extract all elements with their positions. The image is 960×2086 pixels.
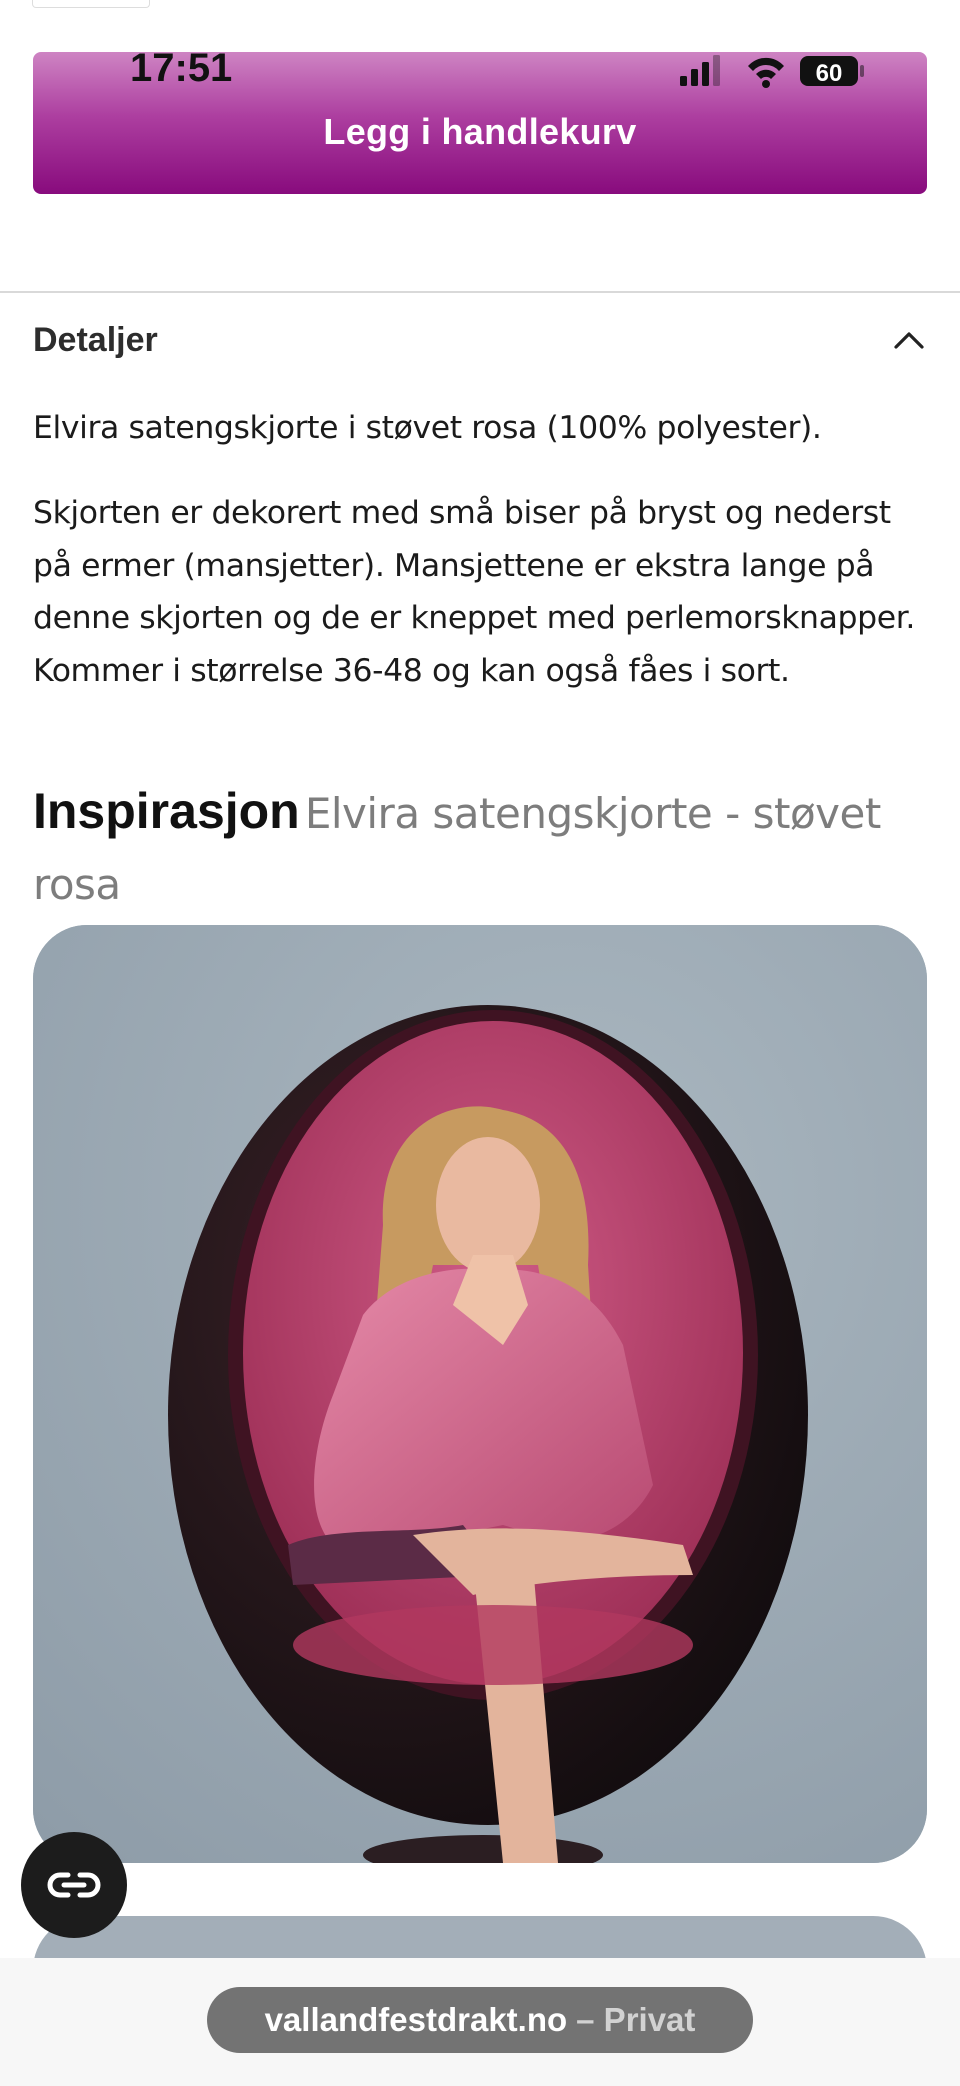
section-divider: [0, 291, 960, 293]
inspiration-heading: Inspirasjon Elvira satengskjorte - støve…: [33, 780, 933, 925]
add-to-cart-label: Legg i handlekurv: [323, 111, 637, 152]
wifi-icon: [748, 57, 784, 88]
status-time: 17:51: [130, 46, 233, 90]
signal-icon: [680, 55, 720, 86]
browser-address-bar[interactable]: vallandfestdrakt.no – Privat: [207, 1987, 753, 2053]
inspiration-photo[interactable]: [33, 925, 927, 1863]
link-icon: [47, 1872, 101, 1898]
address-domain: vallandfestdrakt.no: [264, 2001, 568, 2038]
details-paragraph-material: Elvira satengskjorte i støvet rosa (100%…: [33, 410, 822, 446]
battery-icon: 60: [800, 56, 864, 87]
inspiration-title: Inspirasjon: [33, 783, 300, 839]
details-paragraph-description: Skjorten er dekorert med små biser på br…: [33, 495, 915, 689]
previous-control-edge: [32, 0, 150, 8]
link-chat-button[interactable]: [21, 1832, 127, 1938]
status-icons: 60: [680, 55, 864, 88]
battery-level: 60: [816, 60, 843, 87]
chevron-up-icon[interactable]: [891, 322, 927, 358]
private-mode-label: – Privat: [576, 2001, 696, 2038]
details-accordion-header[interactable]: Detaljer: [33, 310, 927, 370]
details-title: Detaljer: [33, 320, 158, 359]
